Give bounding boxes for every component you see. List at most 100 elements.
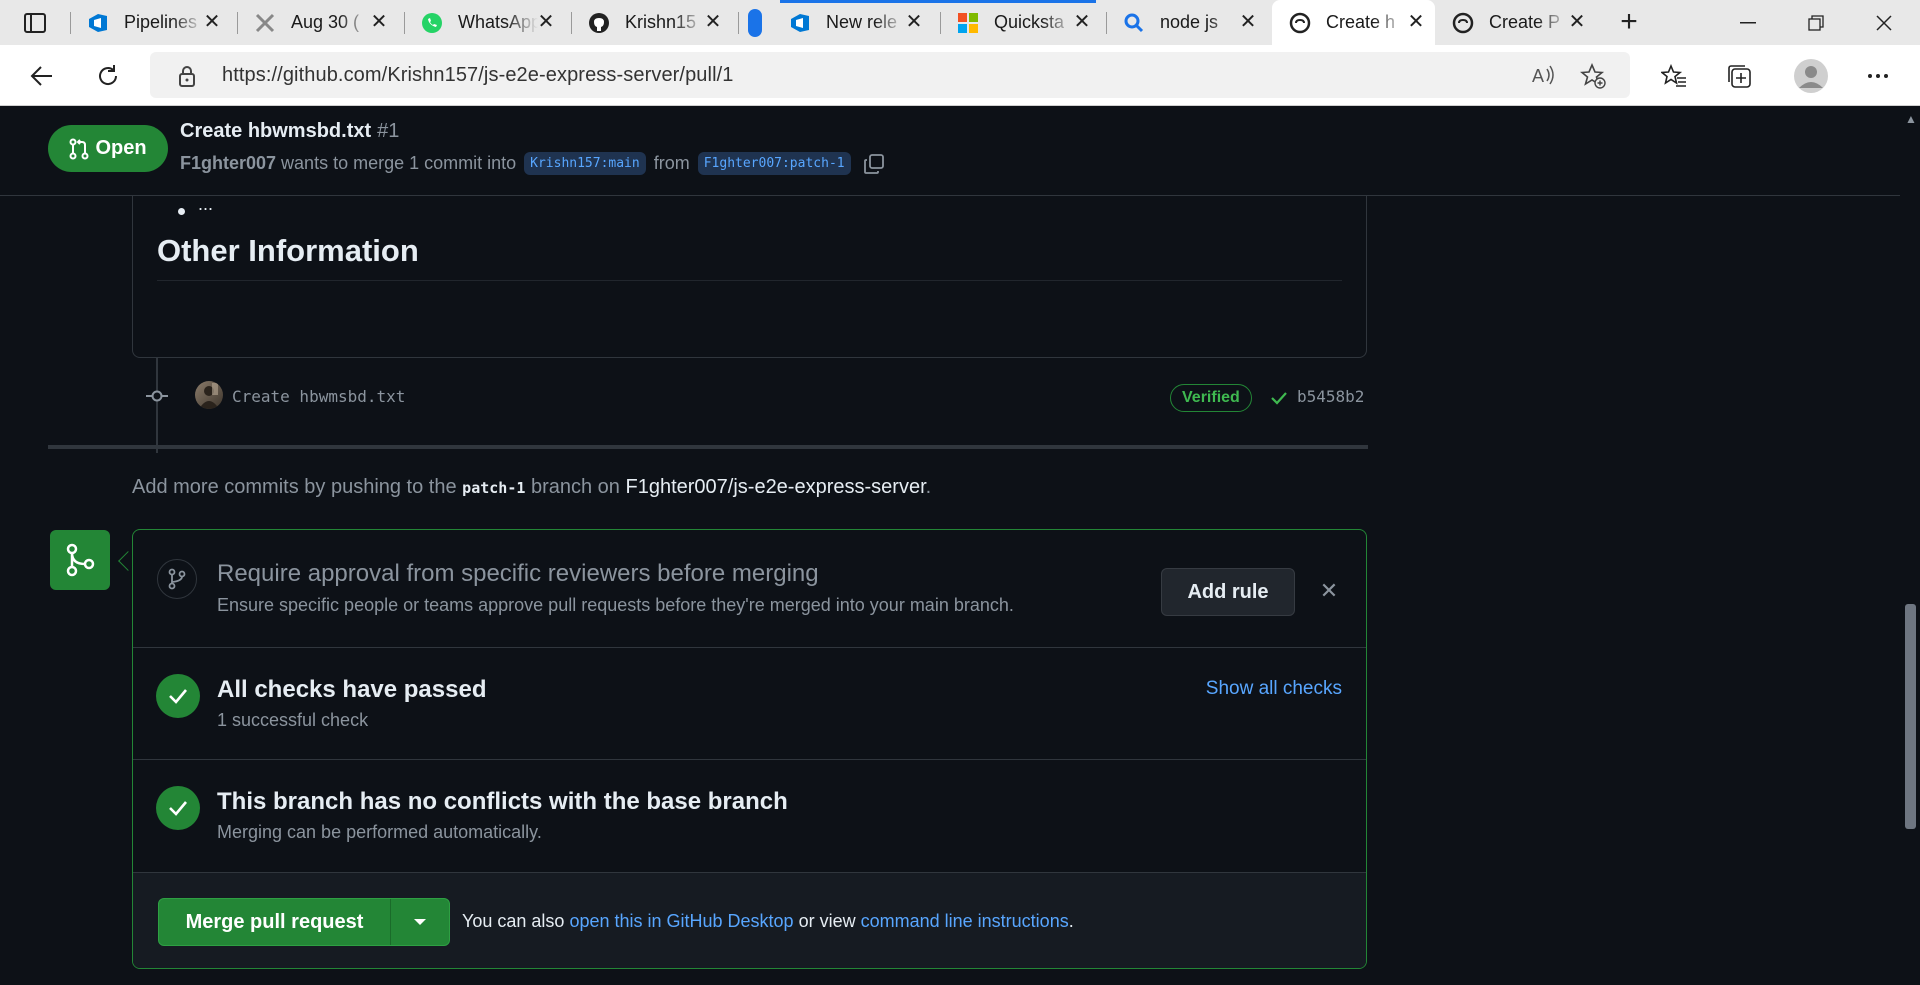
tab-create-p[interactable]: Create P ✕ xyxy=(1451,0,1596,45)
conflicts-title: This branch has no conflicts with the ba… xyxy=(217,788,788,815)
azure-devops-icon xyxy=(86,11,110,35)
avatar[interactable] xyxy=(195,381,223,409)
close-icon[interactable]: ✕ xyxy=(1071,11,1093,33)
heading-divider xyxy=(157,280,1342,281)
rule-title: Require approval from specific reviewers… xyxy=(217,560,819,587)
or-view-text: or view xyxy=(798,911,856,931)
tab-label: Pipelines xyxy=(124,12,198,32)
browser-tab-bar: Pipelines ✕ Aug 30 ( ✕ WhatsApp ✕ Krishn… xyxy=(0,0,1920,45)
tab-aug-30[interactable]: Aug 30 ( ✕ xyxy=(253,0,398,45)
svg-text:A: A xyxy=(1532,66,1544,86)
close-icon[interactable]: ✕ xyxy=(702,11,724,33)
favorites-icon[interactable] xyxy=(1658,60,1690,92)
close-window-button[interactable] xyxy=(1856,0,1912,45)
tab-whatsapp[interactable]: WhatsApp ✕ xyxy=(420,0,565,45)
add-favorite-icon[interactable] xyxy=(1579,62,1606,94)
list-item: ... xyxy=(198,194,214,214)
checks-subtitle: 1 successful check xyxy=(217,710,369,730)
tab-label: Quicksta xyxy=(994,12,1065,32)
tab-node-js[interactable]: node js ✕ xyxy=(1122,0,1267,45)
scroll-up-arrow-icon[interactable]: ▲ xyxy=(1905,112,1917,126)
push-note-text: branch on xyxy=(530,476,620,498)
close-icon[interactable]: ✕ xyxy=(368,11,390,33)
close-icon[interactable]: ✕ xyxy=(1405,11,1427,33)
git-pull-request-icon xyxy=(69,138,89,159)
tab-quickstart[interactable]: Quicksta ✕ xyxy=(956,0,1101,45)
github-icon xyxy=(1451,11,1475,35)
push-note-period: . xyxy=(925,476,932,498)
close-icon[interactable]: ✕ xyxy=(1566,11,1588,33)
lock-icon[interactable] xyxy=(178,65,196,92)
check-circle-icon xyxy=(156,674,200,718)
head-branch-label[interactable]: F1ghter007:patch-1 xyxy=(697,152,851,175)
open-in-desktop-link[interactable]: open this in GitHub Desktop xyxy=(569,911,793,931)
collections-icon[interactable] xyxy=(1723,60,1755,92)
tab-separator xyxy=(738,12,739,34)
tab-new-release[interactable]: New rele ✕ xyxy=(788,0,933,45)
close-icon[interactable]: ✕ xyxy=(1318,580,1340,602)
alternate-merge-text: You can also open this in GitHub Desktop… xyxy=(462,911,1074,932)
timeline-divider xyxy=(48,445,1368,449)
more-options-icon[interactable] xyxy=(1862,60,1894,92)
url-field[interactable]: https://github.com/Krishn157/js-e2e-expr… xyxy=(150,52,1630,98)
sticky-pr-header: Open Create hbwmsbd.txt #1 F1ghter007 wan… xyxy=(0,106,1900,196)
github-icon xyxy=(587,11,611,35)
add-rule-button[interactable]: Add rule xyxy=(1161,568,1295,616)
close-icon[interactable]: ✕ xyxy=(903,11,925,33)
tab-separator xyxy=(404,12,405,34)
profile-avatar[interactable] xyxy=(1792,57,1830,95)
address-bar-row: https://github.com/Krishn157/js-e2e-expr… xyxy=(0,45,1920,106)
read-aloud-icon[interactable]: A xyxy=(1530,63,1556,92)
whatsapp-icon xyxy=(420,11,444,35)
tab-separator xyxy=(237,12,238,34)
merge-pull-request-button[interactable]: Merge pull request xyxy=(159,899,391,945)
page-title: Create hbwmsbd.txt #1 xyxy=(180,120,399,143)
status-text: Open xyxy=(95,137,147,159)
merge-actions: Merge pull request You can also open thi… xyxy=(133,873,1366,968)
tab-separator xyxy=(70,12,71,34)
tab-label: Aug 30 ( xyxy=(291,12,360,32)
status-badge: Open xyxy=(48,125,168,172)
base-branch-label[interactable]: Krishn157:main xyxy=(524,152,646,175)
commit-node-icon xyxy=(146,390,168,402)
tab-create-h[interactable]: Create h ✕ xyxy=(1272,0,1435,45)
branch-name: patch-1 xyxy=(462,479,526,497)
close-icon[interactable]: ✕ xyxy=(201,11,223,33)
restore-button[interactable] xyxy=(1788,0,1844,45)
scrollbar-thumb[interactable] xyxy=(1905,604,1916,829)
from-text: from xyxy=(653,153,690,173)
show-all-checks-link[interactable]: Show all checks xyxy=(1206,678,1342,700)
back-button[interactable] xyxy=(26,60,58,92)
minimize-button[interactable] xyxy=(1720,0,1776,45)
new-tab-button[interactable]: + xyxy=(1614,7,1644,38)
repo-link[interactable]: F1ghter007/js-e2e-express-server xyxy=(625,476,925,498)
commit-message-link[interactable]: Create hbwmsbd.txt xyxy=(232,387,405,406)
merge-box: Require approval from specific reviewers… xyxy=(132,529,1367,969)
url-text[interactable]: https://github.com/Krishn157/js-e2e-expr… xyxy=(222,64,734,87)
checks-title: All checks have passed xyxy=(217,676,487,703)
pr-merge-summary: F1ghter007 wants to merge 1 commit into … xyxy=(180,152,885,175)
tab-pipelines[interactable]: Pipelines ✕ xyxy=(86,0,231,45)
tab-krishn15[interactable]: Krishn15 ✕ xyxy=(587,0,732,45)
microsoft-icon xyxy=(956,11,980,35)
tab-group-indicator[interactable] xyxy=(748,9,762,37)
rule-subtitle: Ensure specific people or teams approve … xyxy=(217,595,1014,615)
azure-devops-icon xyxy=(788,11,812,35)
tab-actions-icon[interactable] xyxy=(20,10,50,36)
triangle-down-icon xyxy=(414,919,426,925)
close-icon[interactable]: ✕ xyxy=(535,11,557,33)
check-icon[interactable] xyxy=(1269,388,1289,408)
author-link[interactable]: F1ghter007 xyxy=(180,153,276,174)
command-line-instructions-link[interactable]: command line instructions xyxy=(861,911,1069,931)
merge-text: wants to merge 1 commit into xyxy=(281,153,517,173)
close-icon[interactable]: ✕ xyxy=(1237,11,1259,33)
git-branch-icon xyxy=(157,559,197,599)
tab-label: Krishn15 xyxy=(625,12,697,32)
vertical-scrollbar[interactable]: ▲ xyxy=(1900,106,1920,985)
refresh-button[interactable] xyxy=(92,60,124,92)
commit-sha-link[interactable]: b5458b2 xyxy=(1297,387,1364,406)
verified-badge[interactable]: Verified xyxy=(1170,384,1252,412)
copy-icon[interactable] xyxy=(863,153,885,175)
git-merge-icon xyxy=(50,530,110,590)
merge-method-dropdown[interactable] xyxy=(391,899,449,945)
